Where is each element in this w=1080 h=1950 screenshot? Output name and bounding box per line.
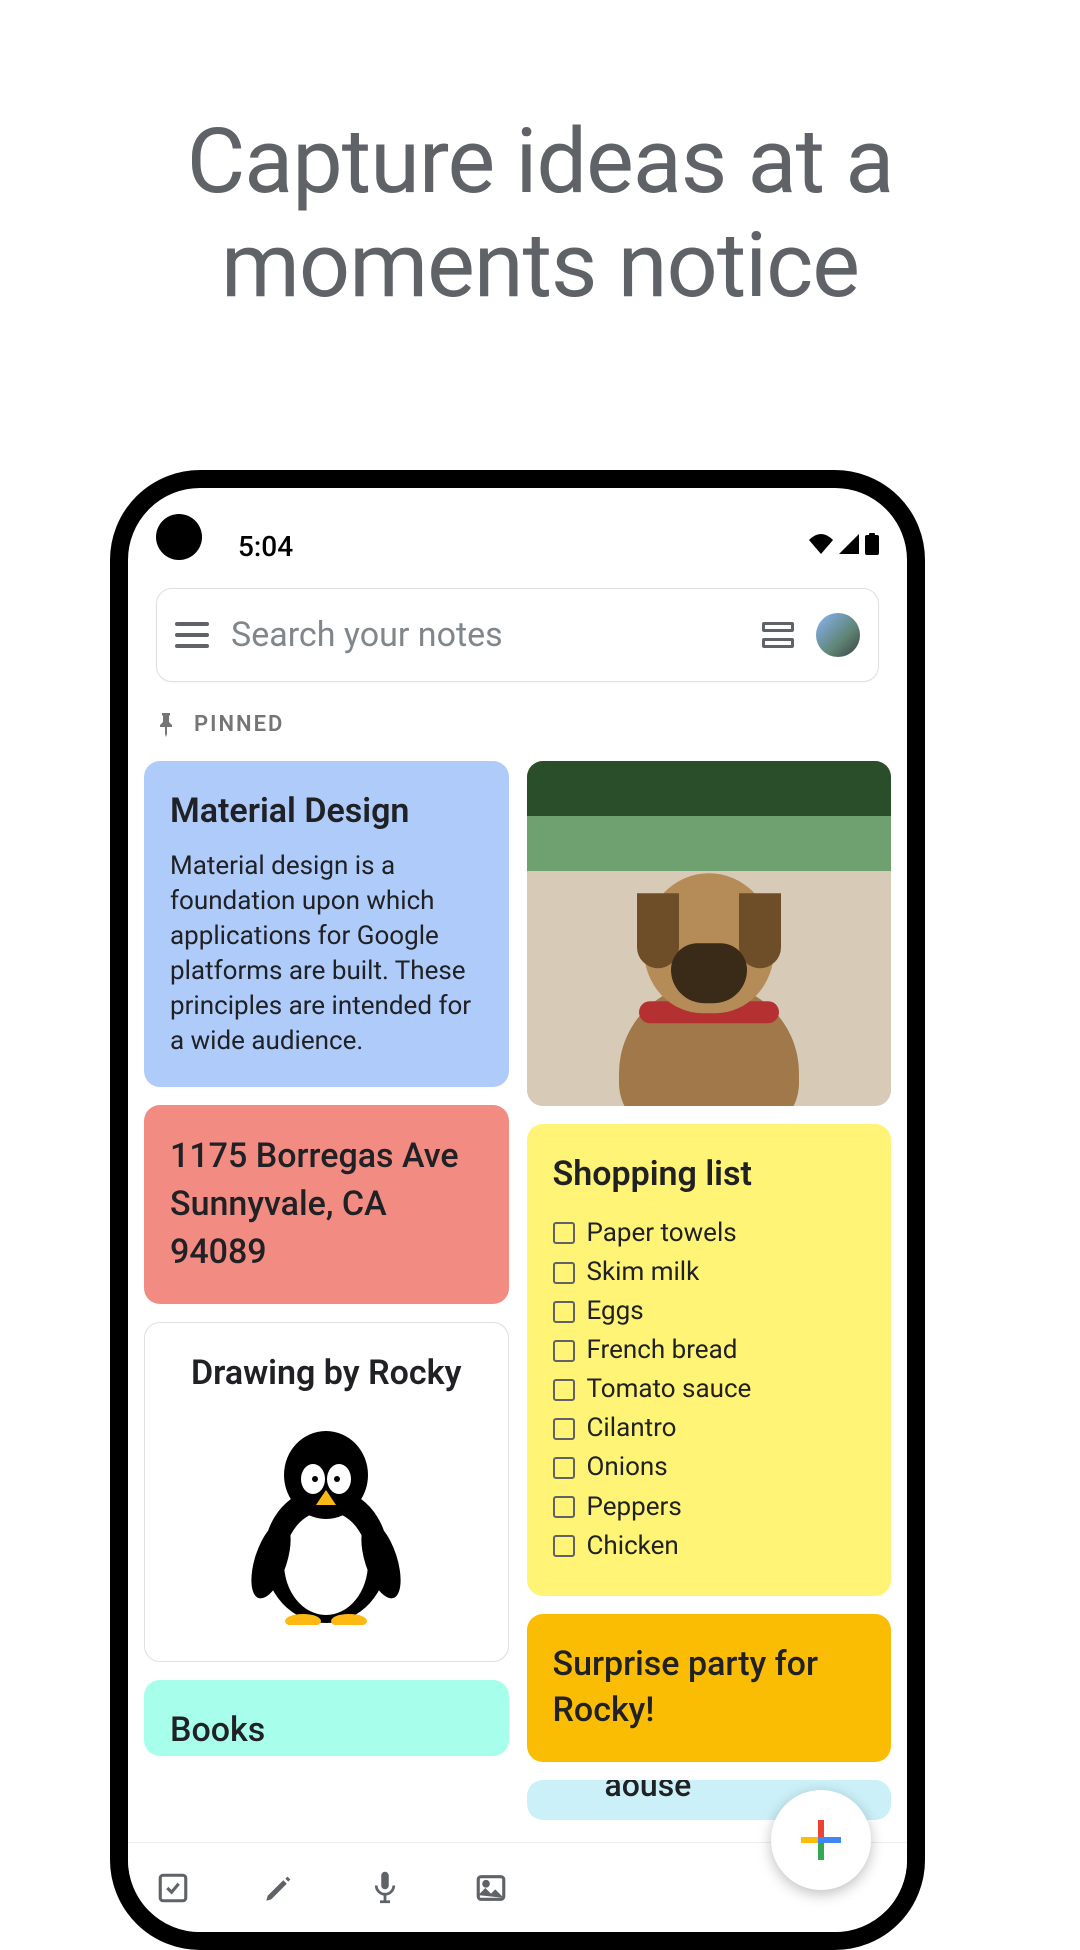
status-bar: 5:04: [128, 526, 907, 566]
checkbox-icon[interactable]: [553, 1340, 575, 1362]
note-title: Shopping list: [553, 1152, 866, 1198]
layout-toggle-icon[interactable]: [762, 622, 794, 648]
checkbox-icon[interactable]: [553, 1418, 575, 1440]
checklist-item-label: French bread: [587, 1333, 738, 1368]
checklist-item[interactable]: Eggs: [553, 1294, 866, 1329]
cellular-icon: [839, 534, 859, 558]
checkbox-icon[interactable]: [553, 1301, 575, 1323]
status-time: 5:04: [238, 530, 293, 563]
note-dog-photo[interactable]: [527, 761, 892, 1106]
checklist-item-label: Eggs: [587, 1294, 644, 1329]
note-surprise-party[interactable]: Surprise party for Rocky!: [527, 1614, 892, 1762]
new-image-note-icon[interactable]: [472, 1869, 510, 1907]
checkbox-icon[interactable]: [553, 1379, 575, 1401]
note-title: Surprise party for Rocky!: [553, 1642, 866, 1734]
checkbox-icon[interactable]: [553, 1535, 575, 1557]
checklist-item-label: Skim milk: [587, 1255, 700, 1290]
checklist-item[interactable]: French bread: [553, 1333, 866, 1368]
menu-icon[interactable]: [175, 622, 209, 648]
checklist-item[interactable]: Tomato sauce: [553, 1372, 866, 1407]
dog-photo-placeholder: [527, 761, 892, 1106]
checklist-item-label: Tomato sauce: [587, 1372, 752, 1407]
checklist-item[interactable]: Paper towels: [553, 1216, 866, 1251]
wifi-icon: [809, 534, 833, 558]
checklist-item[interactable]: Onions: [553, 1450, 866, 1485]
phone-frame: 5:04 Search your notes PINNED Material D…: [110, 470, 925, 1950]
checklist-item-label: Chicken: [587, 1529, 679, 1564]
penguin-drawing: [171, 1411, 482, 1633]
plus-icon: [801, 1820, 841, 1860]
profile-avatar[interactable]: [816, 613, 860, 657]
note-address[interactable]: 1175 Borregas Ave Sunnyvale, CA 94089: [144, 1105, 509, 1304]
pinned-section-header: PINNED: [156, 712, 284, 737]
checklist-item[interactable]: Chicken: [553, 1529, 866, 1564]
search-bar[interactable]: Search your notes: [156, 588, 879, 682]
checklist-item-label: Paper towels: [587, 1216, 737, 1251]
new-note-fab[interactable]: [771, 1790, 871, 1890]
checkbox-icon[interactable]: [553, 1222, 575, 1244]
phone-side-button: [923, 1048, 925, 1228]
phone-side-button: [923, 888, 925, 988]
new-drawing-icon[interactable]: [260, 1869, 298, 1907]
pin-icon: [156, 713, 176, 737]
note-shopping-list[interactable]: Shopping list Paper towels Skim milk Eggs F…: [527, 1124, 892, 1596]
checklist-item-label: Peppers: [587, 1490, 682, 1525]
note-drawing[interactable]: Drawing by Rocky: [144, 1322, 509, 1662]
checkbox-icon[interactable]: [553, 1262, 575, 1284]
note-title: Material Design: [170, 789, 483, 835]
marketing-headline: Capture ideas at a moments notice: [0, 0, 1080, 317]
search-input-placeholder[interactable]: Search your notes: [231, 615, 740, 655]
note-title: Books: [170, 1710, 265, 1750]
note-material-design[interactable]: Material Design Material design is a fou…: [144, 761, 509, 1087]
checklist-item[interactable]: Peppers: [553, 1490, 866, 1525]
checklist-item-label: Onions: [587, 1450, 668, 1485]
checklist-item[interactable]: Cilantro: [553, 1411, 866, 1446]
pinned-label: PINNED: [194, 712, 284, 737]
new-voice-note-icon[interactable]: [366, 1869, 404, 1907]
battery-icon: [865, 533, 879, 559]
checkbox-icon[interactable]: [553, 1457, 575, 1479]
note-books-partial[interactable]: Books: [144, 1680, 509, 1756]
note-body: 1175 Borregas Ave Sunnyvale, CA 94089: [170, 1133, 483, 1276]
note-fragment: aouse: [605, 1780, 692, 1804]
new-checklist-icon[interactable]: [154, 1869, 192, 1907]
note-title: Drawing by Rocky: [171, 1351, 482, 1397]
notes-grid: Material Design Material design is a fou…: [144, 761, 891, 1932]
checklist-item[interactable]: Skim milk: [553, 1255, 866, 1290]
checkbox-icon[interactable]: [553, 1496, 575, 1518]
note-body: Material design is a foundation upon whi…: [170, 849, 483, 1060]
checklist-item-label: Cilantro: [587, 1411, 677, 1446]
